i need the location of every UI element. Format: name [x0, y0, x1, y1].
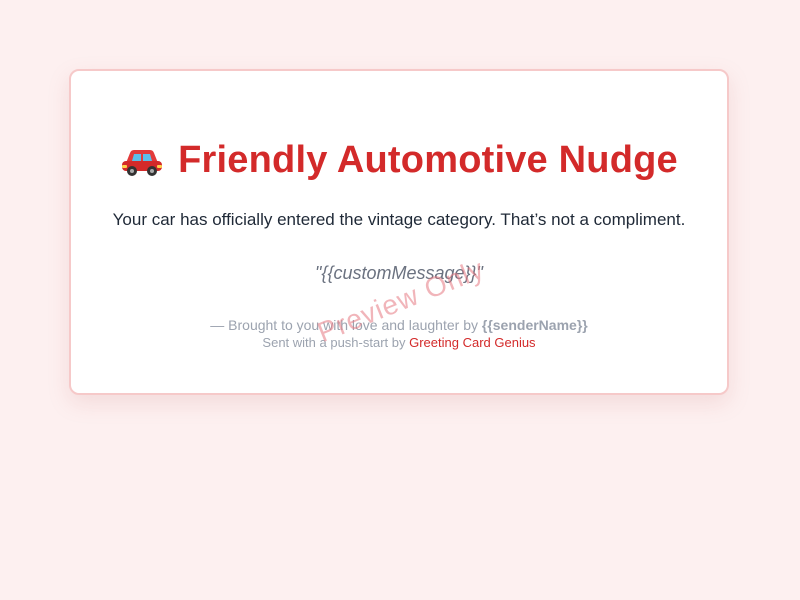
credit-line: Sent with a push-start by Greeting Card …	[71, 334, 727, 351]
car-icon	[120, 143, 164, 177]
signoff-line: — Brought to you with love and laughter …	[71, 316, 727, 334]
greeting-card: Friendly Automotive Nudge Your car has o…	[69, 69, 729, 395]
credit-prefix: Sent with a push-start by	[262, 335, 410, 350]
card-body-text: Your car has officially entered the vint…	[112, 210, 686, 229]
custom-message: "{{customMessage}}"	[315, 263, 483, 283]
signoff-prefix: — Brought to you with love and laughter …	[210, 317, 482, 333]
card-title: Friendly Automotive Nudge	[178, 139, 678, 181]
greeting-card-genius-link[interactable]: Greeting Card Genius	[409, 335, 535, 350]
title-row: Friendly Automotive Nudge	[71, 137, 727, 183]
sender-name: {{senderName}}	[481, 317, 588, 333]
